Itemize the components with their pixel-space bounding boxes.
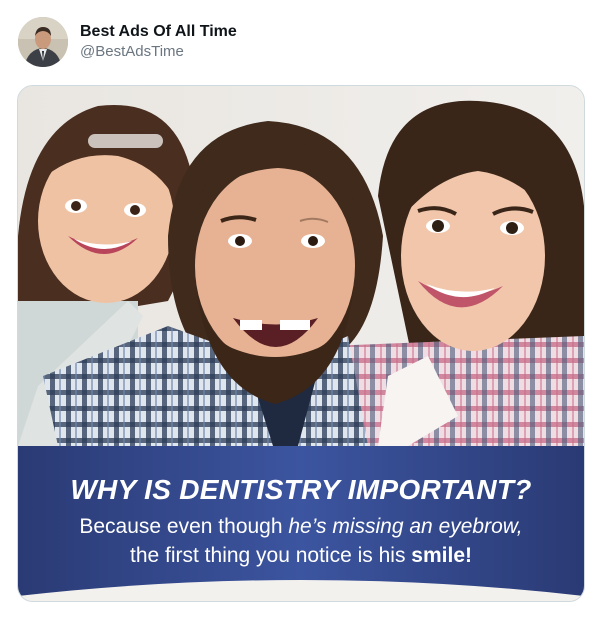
ad-subtext-line-1: Because even though he’s missing an eyeb… (18, 512, 584, 541)
ad-subtext-2a: the first thing you notice is his (129, 544, 412, 567)
ad-subtext-1a: Because even though (79, 515, 289, 538)
profile-photo-icon (18, 17, 68, 67)
avatar[interactable] (18, 17, 68, 67)
family-photo (18, 86, 584, 446)
tweet-header: Best Ads Of All Time @BestAdsTime (18, 16, 237, 68)
ad-headline: WHY IS DENTISTRY IMPORTANT? (70, 474, 532, 505)
user-handle[interactable]: @BestAdsTime (80, 42, 237, 62)
tweet-media-image[interactable]: WHY IS DENTISTRY IMPORTANT? Because even… (17, 85, 585, 602)
ad-subtext-2b: smile! (411, 544, 472, 567)
ad-subtext-line-2: the first thing you notice is his smile! (18, 541, 584, 570)
display-name[interactable]: Best Ads Of All Time (80, 22, 237, 42)
ad-subtext-1b: he’s missing an eyebrow, (288, 515, 523, 538)
